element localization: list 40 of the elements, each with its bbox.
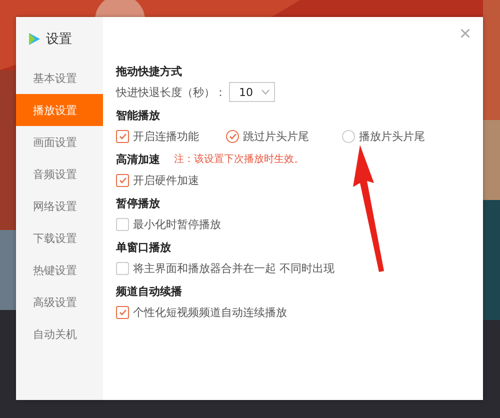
chevron-down-icon bbox=[261, 89, 270, 95]
option-label: 播放片头片尾 bbox=[359, 128, 425, 144]
checkbox[interactable] bbox=[116, 174, 129, 186]
option-label: 个性化短视频频道自动连续播放 bbox=[133, 304, 287, 320]
checkbox[interactable] bbox=[116, 262, 129, 274]
close-button[interactable]: × bbox=[459, 23, 471, 45]
sidebar-item[interactable]: 音频设置 bbox=[16, 158, 103, 190]
sidebar-item[interactable]: 热键设置 bbox=[16, 254, 103, 286]
section-title: 单窗口播放 bbox=[116, 240, 171, 254]
sidebar-item[interactable]: 播放设置 bbox=[16, 94, 103, 126]
check-icon bbox=[228, 132, 236, 140]
sidebar-item[interactable]: 画面设置 bbox=[16, 126, 103, 158]
option-label: 跳过片头片尾 bbox=[243, 128, 309, 144]
note-text: 注：该设置下次播放时生效。 bbox=[174, 152, 304, 166]
field-label: 快进快退长度（秒）： bbox=[116, 84, 226, 100]
option-label: 将主界面和播放器合并在一起 不同时出现 bbox=[133, 260, 334, 276]
checkbox[interactable] bbox=[116, 130, 129, 142]
sidebar-item[interactable]: 下载设置 bbox=[16, 222, 103, 254]
play-logo-icon bbox=[26, 31, 42, 47]
section-title: 拖动快捷方式 bbox=[116, 64, 182, 78]
section-title: 暂停播放 bbox=[116, 196, 160, 210]
section-title: 频道自动续播 bbox=[116, 284, 182, 298]
dialog-title: 设置 bbox=[46, 31, 72, 48]
option-label: 开启硬件加速 bbox=[133, 172, 199, 188]
section-title: 智能播放 bbox=[116, 108, 160, 122]
sidebar-item[interactable]: 高级设置 bbox=[16, 286, 103, 318]
radio-button[interactable] bbox=[226, 130, 239, 142]
sidebar-item[interactable]: 自动关机 bbox=[16, 318, 103, 350]
sidebar-item[interactable]: 网络设置 bbox=[16, 190, 103, 222]
checkbox[interactable] bbox=[116, 218, 129, 230]
sidebar-item[interactable]: 基本设置 bbox=[16, 62, 103, 94]
radio-button[interactable] bbox=[342, 130, 355, 142]
checkbox[interactable] bbox=[116, 306, 129, 318]
check-icon bbox=[118, 176, 126, 184]
check-icon bbox=[118, 132, 126, 140]
option-label: 开启连播功能 bbox=[133, 128, 199, 144]
seconds-dropdown[interactable]: 10 bbox=[229, 82, 275, 102]
section-title: 高清加速 bbox=[116, 152, 160, 166]
option-label: 最小化时暂停播放 bbox=[133, 216, 221, 232]
check-icon bbox=[118, 308, 126, 316]
